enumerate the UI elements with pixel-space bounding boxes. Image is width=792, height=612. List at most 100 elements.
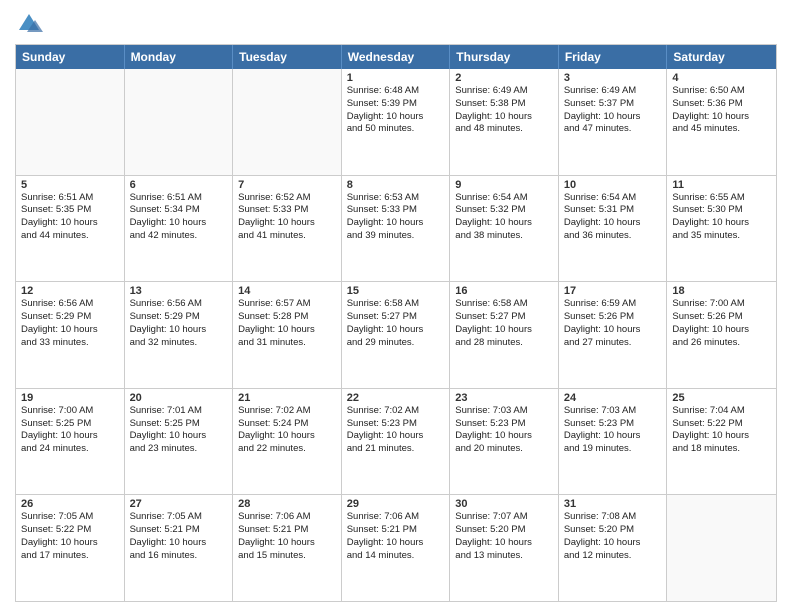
day-cell-23: 23Sunrise: 7:03 AMSunset: 5:23 PMDayligh… <box>450 389 559 495</box>
day-cell-29: 29Sunrise: 7:06 AMSunset: 5:21 PMDayligh… <box>342 495 451 601</box>
day-number: 10 <box>564 179 662 191</box>
day-cell-24: 24Sunrise: 7:03 AMSunset: 5:23 PMDayligh… <box>559 389 668 495</box>
day-info: Sunrise: 6:50 AMSunset: 5:36 PMDaylight:… <box>672 85 771 136</box>
empty-cell <box>667 495 776 601</box>
day-cell-25: 25Sunrise: 7:04 AMSunset: 5:22 PMDayligh… <box>667 389 776 495</box>
day-info: Sunrise: 6:51 AMSunset: 5:34 PMDaylight:… <box>130 192 228 243</box>
day-info: Sunrise: 6:57 AMSunset: 5:28 PMDaylight:… <box>238 298 336 349</box>
day-number: 7 <box>238 179 336 191</box>
day-number: 14 <box>238 285 336 297</box>
day-cell-22: 22Sunrise: 7:02 AMSunset: 5:23 PMDayligh… <box>342 389 451 495</box>
day-info: Sunrise: 7:04 AMSunset: 5:22 PMDaylight:… <box>672 405 771 456</box>
day-info: Sunrise: 7:08 AMSunset: 5:20 PMDaylight:… <box>564 511 662 562</box>
day-info: Sunrise: 6:51 AMSunset: 5:35 PMDaylight:… <box>21 192 119 243</box>
day-cell-7: 7Sunrise: 6:52 AMSunset: 5:33 PMDaylight… <box>233 176 342 282</box>
logo-icon <box>15 10 43 38</box>
day-cell-28: 28Sunrise: 7:06 AMSunset: 5:21 PMDayligh… <box>233 495 342 601</box>
day-info: Sunrise: 7:07 AMSunset: 5:20 PMDaylight:… <box>455 511 553 562</box>
day-number: 3 <box>564 72 662 84</box>
day-info: Sunrise: 6:53 AMSunset: 5:33 PMDaylight:… <box>347 192 445 243</box>
day-info: Sunrise: 6:55 AMSunset: 5:30 PMDaylight:… <box>672 192 771 243</box>
day-cell-15: 15Sunrise: 6:58 AMSunset: 5:27 PMDayligh… <box>342 282 451 388</box>
empty-cell <box>233 69 342 175</box>
day-number: 17 <box>564 285 662 297</box>
day-cell-12: 12Sunrise: 6:56 AMSunset: 5:29 PMDayligh… <box>16 282 125 388</box>
calendar-row-2: 12Sunrise: 6:56 AMSunset: 5:29 PMDayligh… <box>16 281 776 388</box>
day-cell-27: 27Sunrise: 7:05 AMSunset: 5:21 PMDayligh… <box>125 495 234 601</box>
day-number: 28 <box>238 498 336 510</box>
day-number: 16 <box>455 285 553 297</box>
header-day-monday: Monday <box>125 45 234 69</box>
header-day-sunday: Sunday <box>16 45 125 69</box>
calendar-row-4: 26Sunrise: 7:05 AMSunset: 5:22 PMDayligh… <box>16 494 776 601</box>
day-info: Sunrise: 7:06 AMSunset: 5:21 PMDaylight:… <box>347 511 445 562</box>
day-cell-17: 17Sunrise: 6:59 AMSunset: 5:26 PMDayligh… <box>559 282 668 388</box>
calendar-header: SundayMondayTuesdayWednesdayThursdayFrid… <box>16 45 776 69</box>
day-info: Sunrise: 7:03 AMSunset: 5:23 PMDaylight:… <box>455 405 553 456</box>
day-cell-21: 21Sunrise: 7:02 AMSunset: 5:24 PMDayligh… <box>233 389 342 495</box>
header-day-friday: Friday <box>559 45 668 69</box>
day-info: Sunrise: 7:00 AMSunset: 5:25 PMDaylight:… <box>21 405 119 456</box>
header <box>15 10 777 38</box>
day-number: 27 <box>130 498 228 510</box>
day-info: Sunrise: 6:48 AMSunset: 5:39 PMDaylight:… <box>347 85 445 136</box>
day-cell-6: 6Sunrise: 6:51 AMSunset: 5:34 PMDaylight… <box>125 176 234 282</box>
day-info: Sunrise: 7:00 AMSunset: 5:26 PMDaylight:… <box>672 298 771 349</box>
day-cell-31: 31Sunrise: 7:08 AMSunset: 5:20 PMDayligh… <box>559 495 668 601</box>
day-number: 23 <box>455 392 553 404</box>
day-cell-16: 16Sunrise: 6:58 AMSunset: 5:27 PMDayligh… <box>450 282 559 388</box>
day-cell-8: 8Sunrise: 6:53 AMSunset: 5:33 PMDaylight… <box>342 176 451 282</box>
day-info: Sunrise: 6:56 AMSunset: 5:29 PMDaylight:… <box>130 298 228 349</box>
day-number: 24 <box>564 392 662 404</box>
day-cell-20: 20Sunrise: 7:01 AMSunset: 5:25 PMDayligh… <box>125 389 234 495</box>
day-cell-5: 5Sunrise: 6:51 AMSunset: 5:35 PMDaylight… <box>16 176 125 282</box>
day-info: Sunrise: 7:05 AMSunset: 5:22 PMDaylight:… <box>21 511 119 562</box>
calendar: SundayMondayTuesdayWednesdayThursdayFrid… <box>15 44 777 602</box>
day-number: 1 <box>347 72 445 84</box>
day-number: 29 <box>347 498 445 510</box>
day-number: 22 <box>347 392 445 404</box>
day-cell-1: 1Sunrise: 6:48 AMSunset: 5:39 PMDaylight… <box>342 69 451 175</box>
day-cell-18: 18Sunrise: 7:00 AMSunset: 5:26 PMDayligh… <box>667 282 776 388</box>
day-cell-3: 3Sunrise: 6:49 AMSunset: 5:37 PMDaylight… <box>559 69 668 175</box>
day-number: 9 <box>455 179 553 191</box>
day-number: 30 <box>455 498 553 510</box>
day-number: 5 <box>21 179 119 191</box>
day-info: Sunrise: 6:52 AMSunset: 5:33 PMDaylight:… <box>238 192 336 243</box>
day-number: 25 <box>672 392 771 404</box>
day-number: 21 <box>238 392 336 404</box>
calendar-row-1: 5Sunrise: 6:51 AMSunset: 5:35 PMDaylight… <box>16 175 776 282</box>
day-number: 31 <box>564 498 662 510</box>
day-number: 18 <box>672 285 771 297</box>
day-cell-26: 26Sunrise: 7:05 AMSunset: 5:22 PMDayligh… <box>16 495 125 601</box>
day-info: Sunrise: 6:49 AMSunset: 5:38 PMDaylight:… <box>455 85 553 136</box>
page: SundayMondayTuesdayWednesdayThursdayFrid… <box>0 0 792 612</box>
day-info: Sunrise: 7:06 AMSunset: 5:21 PMDaylight:… <box>238 511 336 562</box>
day-info: Sunrise: 6:56 AMSunset: 5:29 PMDaylight:… <box>21 298 119 349</box>
day-info: Sunrise: 7:05 AMSunset: 5:21 PMDaylight:… <box>130 511 228 562</box>
day-info: Sunrise: 6:59 AMSunset: 5:26 PMDaylight:… <box>564 298 662 349</box>
header-day-thursday: Thursday <box>450 45 559 69</box>
day-info: Sunrise: 7:02 AMSunset: 5:23 PMDaylight:… <box>347 405 445 456</box>
day-info: Sunrise: 7:01 AMSunset: 5:25 PMDaylight:… <box>130 405 228 456</box>
header-day-wednesday: Wednesday <box>342 45 451 69</box>
day-number: 19 <box>21 392 119 404</box>
day-cell-13: 13Sunrise: 6:56 AMSunset: 5:29 PMDayligh… <box>125 282 234 388</box>
day-cell-11: 11Sunrise: 6:55 AMSunset: 5:30 PMDayligh… <box>667 176 776 282</box>
day-info: Sunrise: 7:02 AMSunset: 5:24 PMDaylight:… <box>238 405 336 456</box>
day-cell-4: 4Sunrise: 6:50 AMSunset: 5:36 PMDaylight… <box>667 69 776 175</box>
day-cell-2: 2Sunrise: 6:49 AMSunset: 5:38 PMDaylight… <box>450 69 559 175</box>
day-number: 12 <box>21 285 119 297</box>
calendar-row-3: 19Sunrise: 7:00 AMSunset: 5:25 PMDayligh… <box>16 388 776 495</box>
day-info: Sunrise: 6:58 AMSunset: 5:27 PMDaylight:… <box>455 298 553 349</box>
day-cell-10: 10Sunrise: 6:54 AMSunset: 5:31 PMDayligh… <box>559 176 668 282</box>
day-cell-30: 30Sunrise: 7:07 AMSunset: 5:20 PMDayligh… <box>450 495 559 601</box>
logo <box>15 10 47 38</box>
day-info: Sunrise: 7:03 AMSunset: 5:23 PMDaylight:… <box>564 405 662 456</box>
day-cell-9: 9Sunrise: 6:54 AMSunset: 5:32 PMDaylight… <box>450 176 559 282</box>
day-number: 8 <box>347 179 445 191</box>
day-number: 26 <box>21 498 119 510</box>
day-info: Sunrise: 6:49 AMSunset: 5:37 PMDaylight:… <box>564 85 662 136</box>
header-day-tuesday: Tuesday <box>233 45 342 69</box>
calendar-row-0: 1Sunrise: 6:48 AMSunset: 5:39 PMDaylight… <box>16 69 776 175</box>
